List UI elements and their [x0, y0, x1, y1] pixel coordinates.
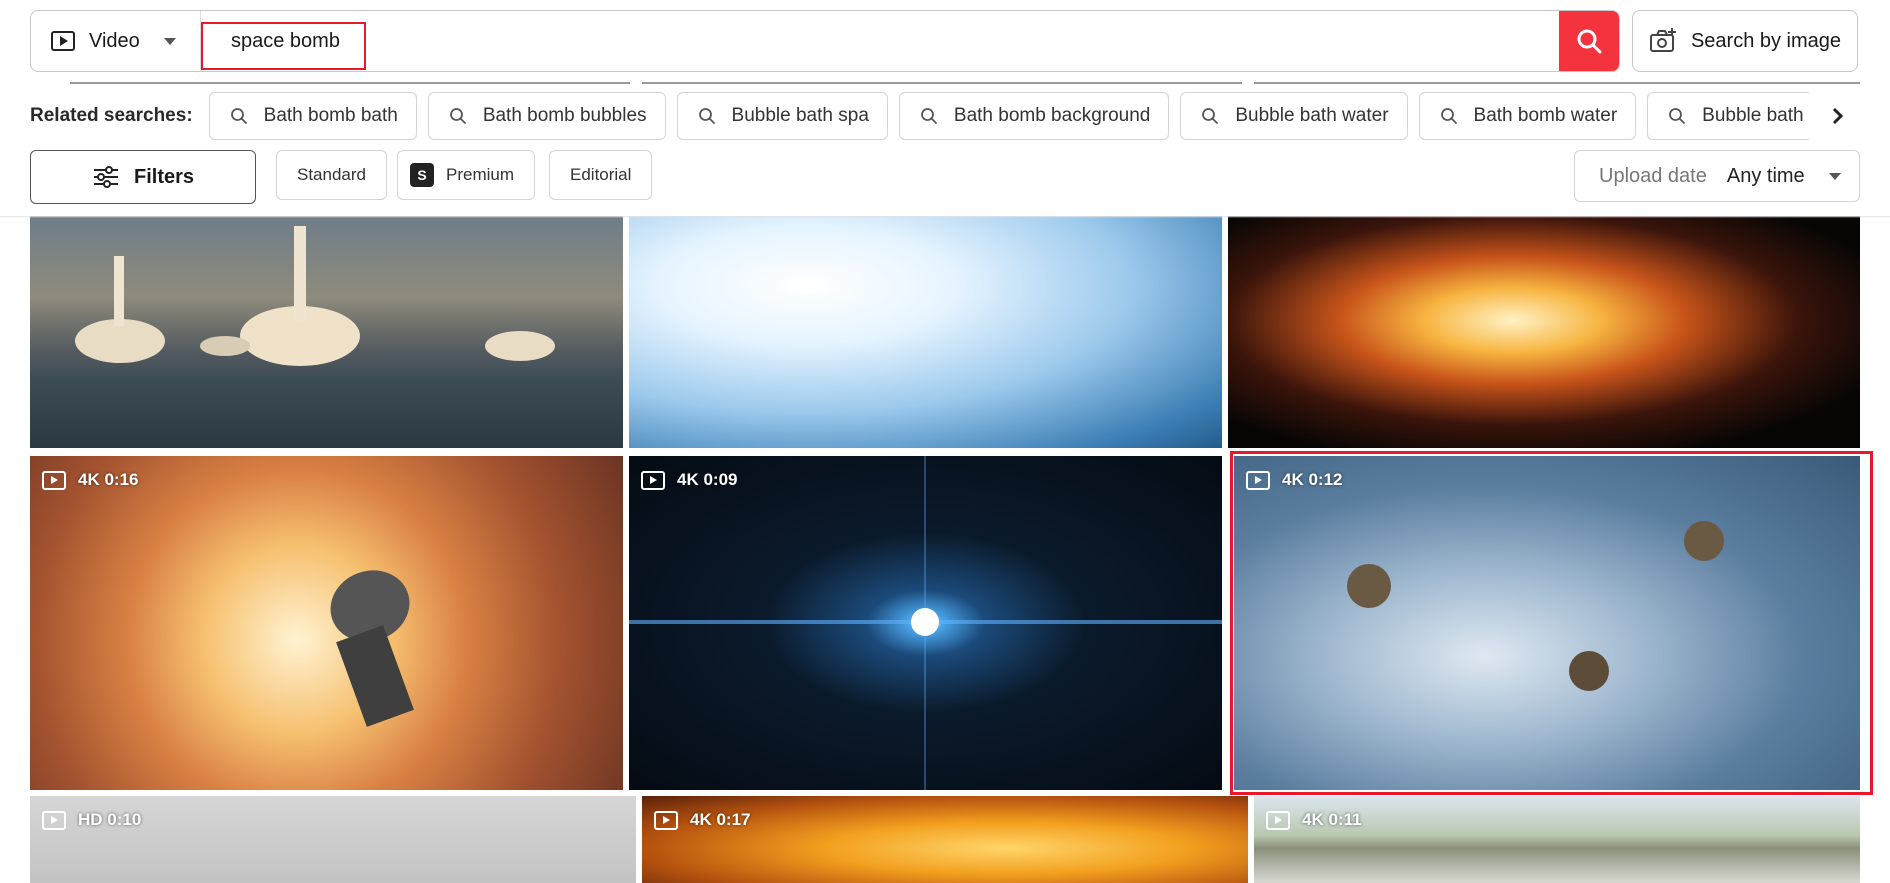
- license-premium-label: Premium: [446, 165, 515, 184]
- divider: [70, 82, 630, 84]
- premium-s-icon: S: [410, 163, 434, 187]
- search-icon: [1669, 108, 1686, 124]
- search-by-image-button[interactable]: Search by image: [1632, 10, 1858, 72]
- video-result-tile[interactable]: HD 0:10: [30, 796, 636, 883]
- related-search-chip-label: Bubble bath bubble: [1702, 105, 1808, 126]
- license-standard-toggle[interactable]: Standard: [276, 150, 387, 200]
- related-search-chip-label: Bath bomb bubbles: [482, 105, 647, 126]
- search-icon: [449, 108, 466, 124]
- video-result-tile[interactable]: 4K 0:12: [1234, 456, 1860, 790]
- search-icon: [698, 108, 715, 124]
- video-icon: [1246, 470, 1270, 490]
- scroll-right-button[interactable]: [1820, 98, 1856, 134]
- related-search-chip-label: Bath bomb background: [953, 105, 1151, 126]
- thumbnail-light-flare: [629, 456, 1222, 790]
- related-search-chip-label: Bath bomb water: [1473, 105, 1618, 126]
- video-result-tile[interactable]: 4K 0:17: [642, 796, 1248, 883]
- video-icon: [42, 470, 66, 490]
- chevron-right-icon: [1832, 107, 1844, 125]
- related-search-chip[interactable]: Bubble bath spa: [676, 92, 888, 140]
- sliders-icon: [93, 166, 118, 188]
- thumbnail-missile-launch-sea: [75, 226, 555, 366]
- chevron-down-icon: [163, 37, 176, 45]
- related-searches: Related searches: Bath bomb bath Bath bom…: [30, 92, 1809, 140]
- search-input-wrapper: [201, 11, 1559, 71]
- divider: [1254, 82, 1860, 84]
- divider: [642, 82, 1242, 84]
- search-input[interactable]: [201, 11, 1559, 71]
- thumbnail-earth-impacts: [1347, 521, 1724, 691]
- related-search-chip-label: Bubble bath spa: [731, 105, 869, 126]
- license-premium-toggle[interactable]: S Premium: [397, 150, 536, 200]
- video-icon: [51, 31, 75, 51]
- video-icon: [42, 810, 66, 830]
- video-badge: 4K 0:09: [641, 470, 737, 490]
- search-button[interactable]: [1559, 11, 1619, 71]
- video-result-tile[interactable]: [30, 216, 623, 448]
- video-duration: HD 0:10: [78, 810, 142, 829]
- upload-date-label: Upload date: [1599, 164, 1707, 187]
- search-icon: [230, 108, 247, 124]
- search-icon: [1440, 108, 1457, 124]
- video-badge: 4K 0:16: [42, 470, 138, 490]
- video-duration: 4K 0:09: [677, 470, 738, 489]
- video-duration: 4K 0:12: [1282, 470, 1343, 489]
- video-duration: 4K 0:11: [1302, 810, 1362, 829]
- related-search-chip[interactable]: Bath bomb bubbles: [427, 92, 666, 140]
- video-duration: 4K 0:17: [690, 810, 751, 829]
- video-badge: 4K 0:17: [654, 810, 750, 830]
- video-result-tile[interactable]: [1228, 216, 1860, 448]
- media-type-dropdown[interactable]: Video: [31, 11, 201, 71]
- video-icon: [654, 810, 678, 830]
- filters-label: Filters: [133, 165, 195, 188]
- related-search-chip[interactable]: Bath bomb background: [898, 92, 1170, 140]
- license-editorial-label: Editorial: [570, 165, 632, 184]
- video-badge: 4K 0:11: [1266, 810, 1362, 830]
- video-duration: 4K 0:16: [78, 470, 139, 489]
- search-icon: [1202, 108, 1219, 124]
- license-standard-label: Standard: [297, 165, 366, 184]
- video-icon: [641, 470, 665, 490]
- related-search-chip[interactable]: Bubble bath bubble: [1647, 92, 1809, 140]
- camera-plus-icon: [1649, 28, 1676, 52]
- related-search-chip-label: Bath bomb bath: [263, 105, 398, 126]
- video-icon: [1266, 810, 1290, 830]
- related-searches-label: Related searches:: [30, 105, 193, 126]
- upload-date-value: Any time: [1726, 164, 1805, 187]
- video-result-tile[interactable]: 4K 0:16: [30, 456, 623, 790]
- filters-button[interactable]: Filters: [30, 150, 256, 204]
- video-result-tile[interactable]: 4K 0:09: [629, 456, 1222, 790]
- chevron-down-icon: [1828, 172, 1841, 180]
- search-bar: Video: [30, 10, 1620, 72]
- search-icon: [920, 108, 937, 124]
- search-icon: [1577, 29, 1602, 54]
- video-badge: HD 0:10: [42, 810, 141, 830]
- search-by-image-label: Search by image: [1690, 29, 1842, 52]
- thumbnail-missile-silo: [330, 570, 414, 727]
- license-editorial-toggle[interactable]: Editorial: [549, 150, 653, 200]
- video-result-tile[interactable]: [629, 216, 1222, 448]
- related-search-chip[interactable]: Bubble bath water: [1180, 92, 1408, 140]
- related-search-chips: Bath bomb bath Bath bomb bubbles Bubble ba…: [208, 92, 1809, 140]
- upload-date-dropdown[interactable]: Upload date Any time: [1574, 150, 1860, 202]
- media-type-label: Video: [89, 29, 140, 52]
- header-shadow: [0, 216, 1890, 218]
- related-search-chip[interactable]: Bath bomb water: [1418, 92, 1637, 140]
- video-badge: 4K 0:12: [1246, 470, 1342, 490]
- related-search-chip[interactable]: Bath bomb bath: [208, 92, 417, 140]
- related-search-chip-label: Bubble bath water: [1235, 105, 1389, 126]
- video-result-tile[interactable]: 4K 0:11: [1254, 796, 1860, 883]
